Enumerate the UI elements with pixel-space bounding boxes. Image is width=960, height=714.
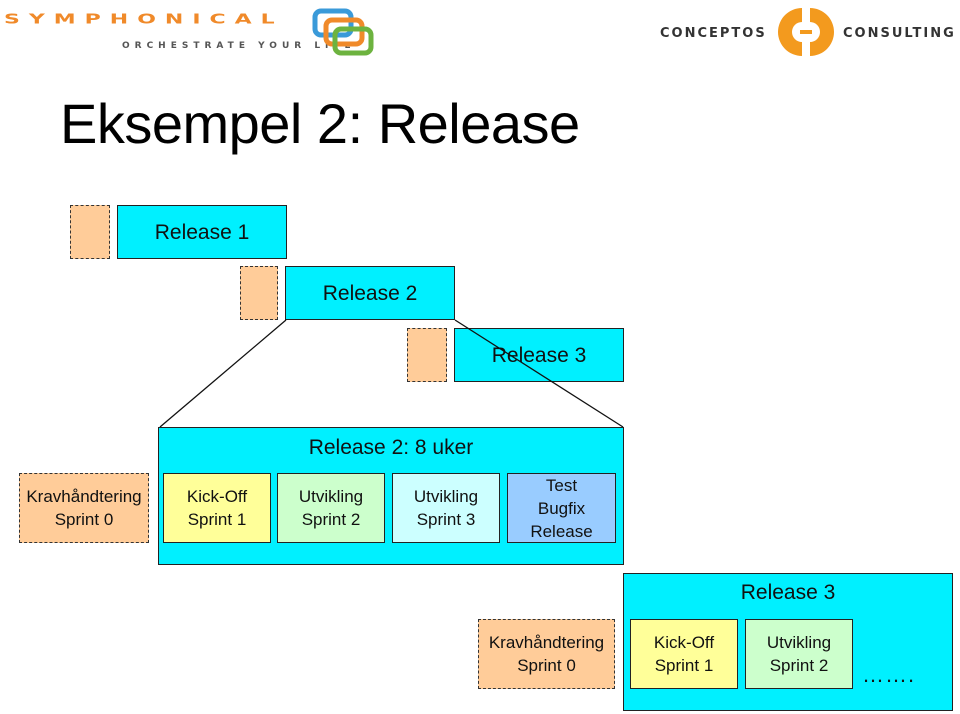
release1-requirements-block (70, 205, 110, 259)
release2-sprint1-kickoff: Kick-Off Sprint 1 (163, 473, 271, 543)
consulting-wordmark: CONSULTING (843, 26, 956, 41)
conceptos-logo: CONCEPTOS CONSULTING (660, 6, 960, 56)
release2-sprint3-development: Utvikling Sprint 3 (392, 473, 500, 543)
page-title: Eksempel 2: Release (60, 92, 580, 155)
release3-requirements-block (407, 328, 447, 382)
release2-test-bugfix-release: Test Bugfix Release (507, 473, 616, 543)
zoom-line-left (159, 319, 287, 428)
release2-detail-title: Release 2: 8 uker (308, 436, 474, 459)
release2-sprint2-development: Utvikling Sprint 2 (277, 473, 385, 543)
symphonical-logo: SYMPHONICAL ORCHESTRATE YOUR LIFE (4, 4, 384, 56)
conceptos-wordmark: CONCEPTOS (660, 26, 767, 41)
release2-sprint0-requirements: Kravhåndtering Sprint 0 (19, 473, 149, 543)
conceptos-emblem-icon (778, 8, 834, 56)
release3-sprint0-requirements: Kravhåndtering Sprint 0 (478, 619, 615, 689)
release3-detail-title: Release 3 (740, 581, 836, 604)
release2-block: Release 2 (285, 266, 455, 320)
continuation-ellipsis: ……. (862, 662, 916, 687)
release3-block: Release 3 (454, 328, 624, 382)
release2-requirements-block (240, 266, 278, 320)
overlapping-screens-icon (312, 8, 374, 56)
symphonical-wordmark: SYMPHONICAL (4, 12, 284, 27)
release1-block: Release 1 (117, 205, 287, 259)
release3-sprint2-development: Utvikling Sprint 2 (745, 619, 853, 689)
release3-sprint1-kickoff: Kick-Off Sprint 1 (630, 619, 738, 689)
